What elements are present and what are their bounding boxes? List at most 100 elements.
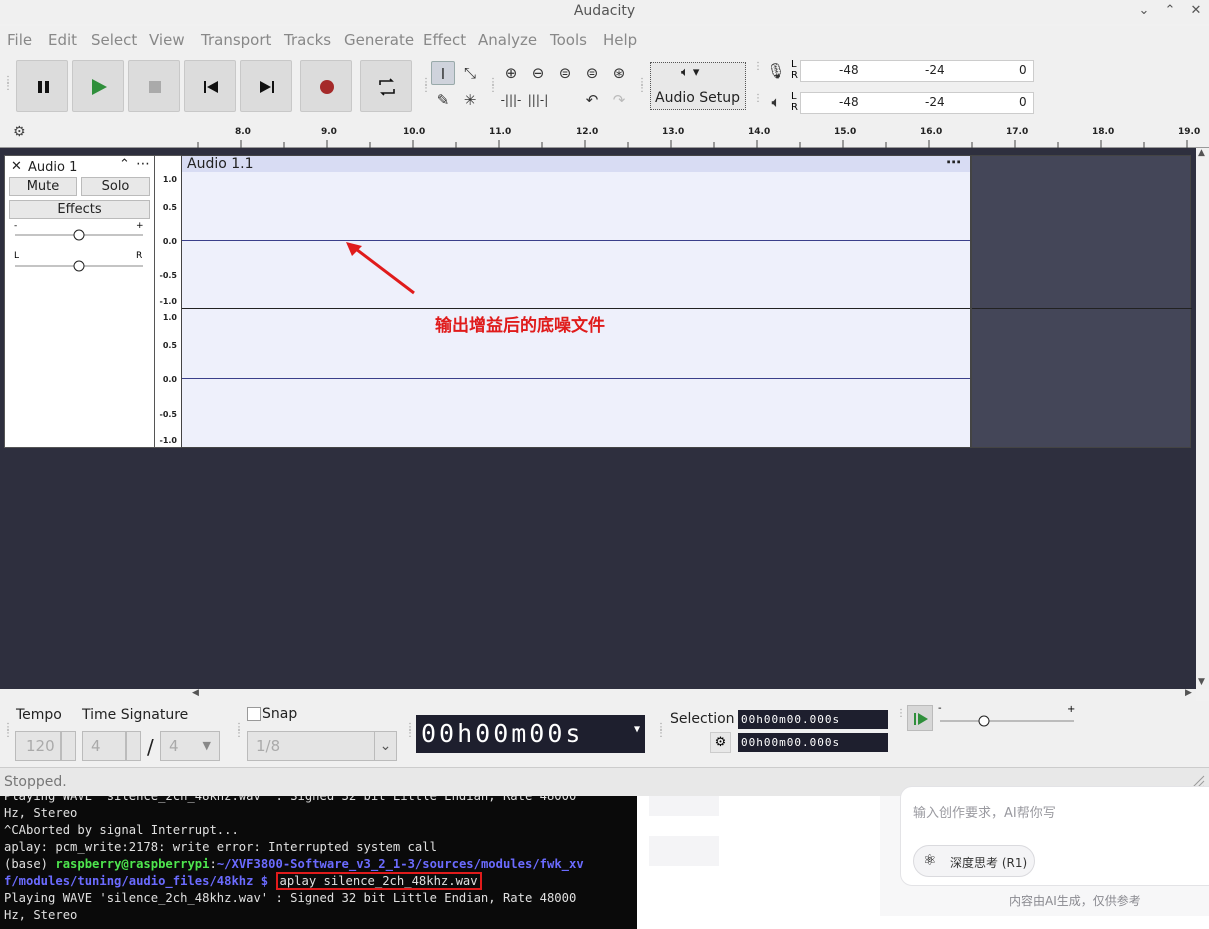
trim-audio-icon[interactable]: -|||-: [499, 88, 523, 112]
menu-file[interactable]: File: [7, 31, 32, 49]
menu-analyze[interactable]: Analyze: [478, 31, 537, 49]
zoom-in-icon[interactable]: ⊕: [499, 61, 523, 85]
audio-setup-grip[interactable]: ⋮ ⋮: [637, 78, 647, 94]
pause-button[interactable]: [16, 60, 68, 112]
play-at-speed-button[interactable]: [907, 705, 933, 731]
menu-help[interactable]: Help: [603, 31, 637, 49]
chevron-down-icon: ⌄: [374, 732, 396, 760]
audio-clip[interactable]: Audio 1.1 ⋯: [181, 153, 971, 448]
gain-slider[interactable]: [13, 228, 145, 242]
menu-select[interactable]: Select: [91, 31, 137, 49]
timeline-settings-icon[interactable]: ⚙: [13, 124, 26, 140]
menu-effect[interactable]: Effect: [423, 31, 466, 49]
selection-settings-icon[interactable]: ⚙: [710, 732, 731, 753]
playback-speaker-icon[interactable]: 🔈︎: [764, 90, 788, 114]
terminal-window[interactable]: Playing WAVE 'silence_2ch_48khz.wav' : S…: [0, 796, 637, 929]
highlighted-command: aplay silence_2ch_48khz.wav: [275, 872, 482, 890]
track-menu-icon[interactable]: ⋯: [136, 156, 150, 172]
stop-button[interactable]: [128, 60, 180, 112]
prompt-env: (base): [4, 857, 56, 871]
close-track-icon[interactable]: ✕: [11, 159, 22, 174]
snap-grip[interactable]: ⋮ ⋮: [234, 723, 244, 739]
snap-checkbox[interactable]: [247, 707, 261, 721]
scroll-up-icon[interactable]: ▲: [1198, 148, 1205, 158]
scroll-right-icon[interactable]: ▶: [1185, 688, 1192, 698]
fit-selection-icon[interactable]: ⊜: [553, 61, 577, 85]
mute-button[interactable]: Mute: [9, 177, 77, 196]
effects-button[interactable]: Effects: [9, 200, 150, 219]
playback-meter[interactable]: -48 -24 0: [800, 92, 1034, 114]
ts-upper-stepper[interactable]: [126, 731, 141, 761]
scroll-left-icon[interactable]: ◀: [192, 688, 199, 698]
ruler-tick: 18.0: [1092, 127, 1115, 137]
fit-project-icon[interactable]: ⊜: [580, 61, 604, 85]
toolbar-grip[interactable]: ⋮ ⋮: [3, 76, 13, 92]
clip-menu-icon[interactable]: ⋯: [946, 153, 961, 171]
horizontal-scrollbar[interactable]: ◀ ▶: [0, 688, 1196, 701]
record-button[interactable]: [300, 60, 352, 112]
tempo-input[interactable]: 120: [15, 731, 61, 761]
playback-meter-grip[interactable]: ⋮: [753, 94, 763, 104]
tools-grip[interactable]: ⋮ ⋮: [421, 78, 431, 94]
tempo-stepper[interactable]: [61, 731, 76, 761]
ts-lower-select[interactable]: 4 ▼: [160, 731, 220, 761]
time-format-dropdown-icon[interactable]: ▼: [634, 711, 643, 749]
edit-grip[interactable]: ⋮ ⋮: [488, 78, 498, 94]
deep-think-button[interactable]: ⚛ 深度思考 (R1): [913, 845, 1035, 877]
terminal-prompt-line-2: f/modules/tuning/audio_files/48khz $ apl…: [4, 872, 637, 890]
menu-generate[interactable]: Generate: [344, 31, 414, 49]
redo-icon[interactable]: ↷: [607, 88, 631, 112]
selection-start-display[interactable]: 00h00m00.000s: [738, 710, 888, 729]
selection-end-display[interactable]: 00h00m00.000s: [738, 733, 888, 752]
vertical-scrollbar[interactable]: ▲ ▼: [1196, 148, 1209, 689]
menu-tracks[interactable]: Tracks: [284, 31, 331, 49]
zoom-toggle-icon[interactable]: ⊛: [607, 61, 631, 85]
time-display[interactable]: 00h00m00s ▼: [416, 715, 645, 753]
timeline-ruler[interactable]: ⚙ 8.0 9.0 10.0 11.0 12.0 13.0 14.0 15.0 …: [0, 118, 1209, 148]
solo-button[interactable]: Solo: [81, 177, 150, 196]
silence-audio-icon[interactable]: |||-|: [526, 88, 550, 112]
snap-select[interactable]: 1/8 ⌄: [247, 731, 397, 761]
microphone-icon[interactable]: 🎙︎: [764, 59, 788, 83]
minimize-icon[interactable]: ⌄: [1134, 3, 1154, 18]
play-at-speed-grip[interactable]: ⋮: [896, 709, 906, 719]
draw-tool-icon[interactable]: ✎: [431, 88, 455, 112]
ts-upper-input[interactable]: 4: [82, 731, 126, 761]
annotation-text: 输出增益后的底噪文件: [435, 316, 605, 336]
pan-slider[interactable]: [13, 259, 145, 273]
menu-view[interactable]: View: [149, 31, 185, 49]
dropdown-arrow-icon: ▼: [202, 739, 211, 752]
record-meter[interactable]: -48 -24 0: [800, 60, 1034, 82]
record-icon: [320, 80, 334, 94]
playback-speed-slider[interactable]: [938, 714, 1076, 728]
play-button[interactable]: [72, 60, 124, 112]
clip-header[interactable]: Audio 1.1 ⋯: [182, 153, 970, 172]
scroll-down-icon[interactable]: ▼: [1198, 677, 1205, 687]
selection-tool-icon[interactable]: I: [431, 61, 455, 85]
zoom-out-icon[interactable]: ⊖: [526, 61, 550, 85]
meter-tick: -24: [925, 63, 945, 77]
channel-separator: [182, 308, 970, 309]
envelope-tool-icon[interactable]: ⤡: [458, 61, 482, 85]
menu-edit[interactable]: Edit: [48, 31, 77, 49]
undo-icon[interactable]: ↶: [580, 88, 604, 112]
collapse-track-icon[interactable]: ⌃: [119, 157, 130, 172]
track-name[interactable]: Audio 1: [28, 160, 77, 175]
maximize-icon[interactable]: ⌃: [1160, 3, 1180, 18]
loop-button[interactable]: [360, 60, 412, 112]
menu-transport[interactable]: Transport: [201, 31, 271, 49]
record-meter-grip[interactable]: ⋮: [753, 62, 763, 72]
skip-to-start-button[interactable]: [184, 60, 236, 112]
selection-grip[interactable]: ⋮ ⋮: [656, 723, 666, 739]
audio-setup-button[interactable]: 🔈︎ ▾ Audio Setup: [650, 62, 746, 110]
menu-tools[interactable]: Tools: [550, 31, 587, 49]
tempo-grip[interactable]: ⋮ ⋮: [3, 723, 13, 739]
time-grip[interactable]: ⋮ ⋮: [405, 723, 415, 739]
multi-tool-icon[interactable]: ✳: [458, 88, 482, 112]
empty-track-region[interactable]: [971, 155, 1192, 448]
waveform-ch2: [182, 378, 970, 379]
skip-to-end-button[interactable]: [240, 60, 292, 112]
close-icon[interactable]: ✕: [1186, 3, 1206, 18]
speaker-icon: 🔈︎ ▾: [681, 65, 700, 80]
prompt-input-box[interactable]: 输入创作要求，AI帮你写 ⚛ 深度思考 (R1): [900, 786, 1209, 886]
